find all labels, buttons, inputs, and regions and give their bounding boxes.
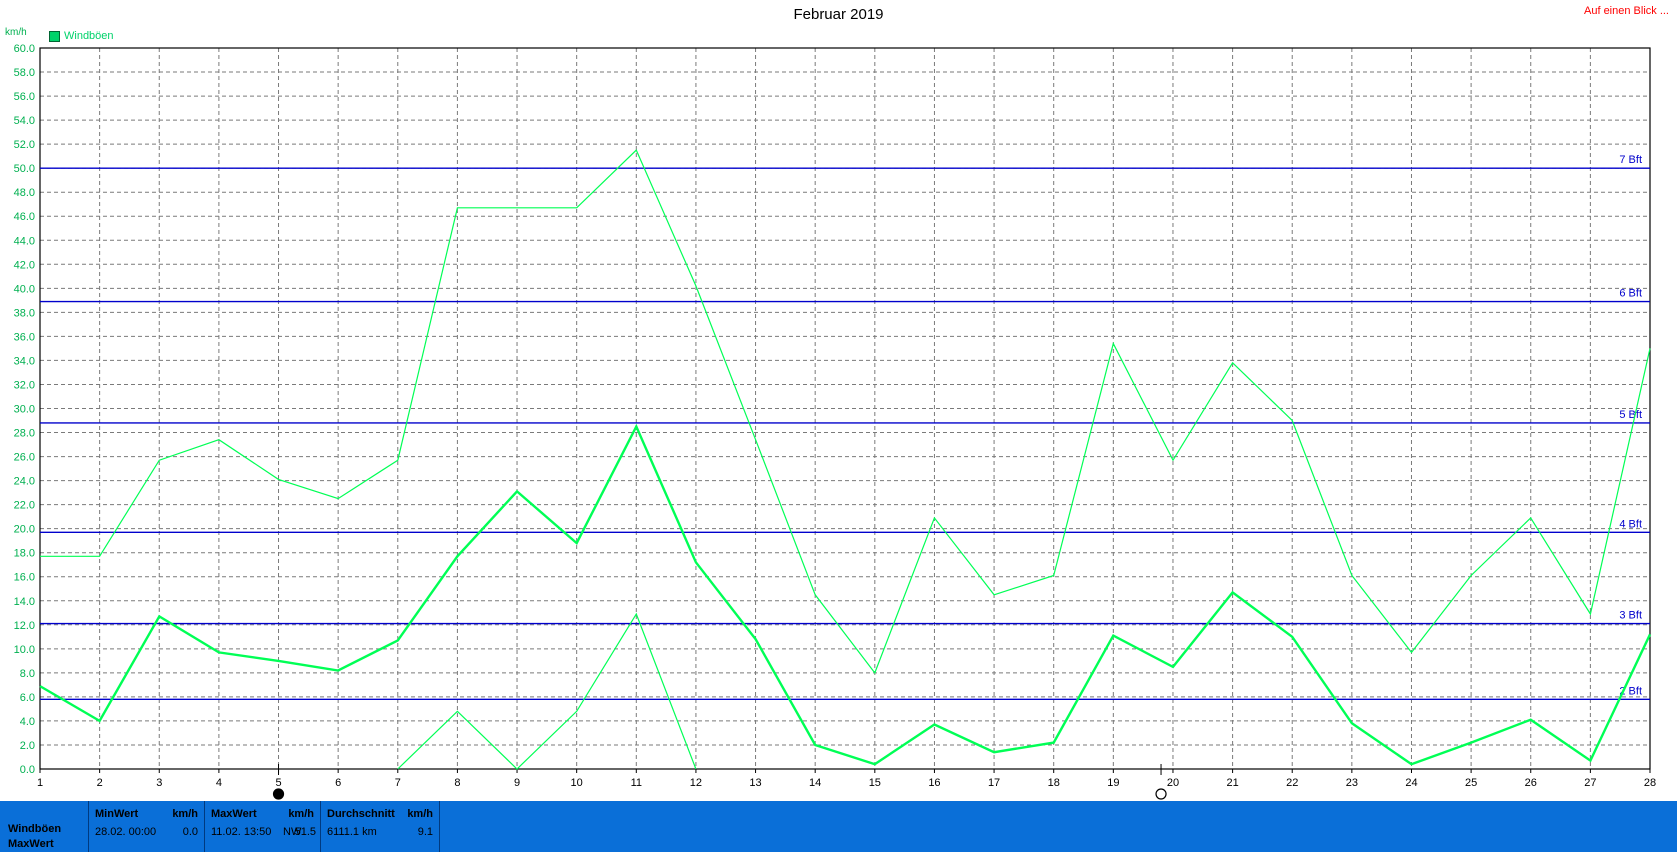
x-tick-label: 4 bbox=[216, 777, 222, 789]
x-tick-label: 5 bbox=[275, 777, 281, 789]
avg-distance: 6111.1 km bbox=[327, 826, 377, 838]
x-tick-label: 14 bbox=[809, 777, 821, 789]
max-date: 11.02. 13:50 bbox=[211, 826, 272, 838]
x-tick-label: 1 bbox=[37, 777, 43, 789]
chart-canvas: 0.0 2.0 4.0 6.0 8.0 10.0 12.0 14.0 16.0 18.0 20.0 2… bbox=[14, 43, 1656, 800]
min-unit: km/h bbox=[172, 808, 198, 820]
x-tick-label: 7 bbox=[395, 777, 401, 789]
min-value: 0.0 bbox=[182, 826, 198, 838]
series-line-max bbox=[40, 149, 1651, 675]
x-tick-label: 24 bbox=[1405, 777, 1417, 789]
y-tick-label: 32.0 bbox=[14, 379, 35, 391]
y-tick-label: 10.0 bbox=[14, 644, 35, 656]
footer-row-label-1: Windböen bbox=[8, 823, 62, 835]
bft-reference-label: 5 Bft bbox=[1619, 409, 1642, 421]
x-tick-label: 20 bbox=[1167, 777, 1179, 789]
y-tick-label: 46.0 bbox=[14, 211, 35, 223]
x-tick-label: 18 bbox=[1048, 777, 1060, 789]
x-tick-label: 16 bbox=[928, 777, 940, 789]
series-line-min bbox=[397, 612, 697, 770]
avg-header: Durchschnitt bbox=[327, 808, 395, 820]
x-tick-label: 11 bbox=[631, 777, 642, 789]
y-tick-label: 24.0 bbox=[14, 476, 35, 488]
y-tick-label: 8.0 bbox=[20, 668, 35, 680]
y-tick-label: 20.0 bbox=[14, 524, 35, 536]
y-tick-label: 0.0 bbox=[20, 764, 35, 776]
y-tick-label: 58.0 bbox=[14, 67, 35, 79]
y-tick-label: 12.0 bbox=[14, 620, 35, 632]
bft-reference-label: 4 Bft bbox=[1619, 518, 1642, 530]
x-tick-label: 17 bbox=[988, 777, 1000, 789]
bft-reference-label: 6 Bft bbox=[1619, 288, 1642, 300]
x-tick-label: 15 bbox=[869, 777, 881, 789]
max-unit: km/h bbox=[288, 808, 314, 820]
y-tick-label: 40.0 bbox=[14, 283, 35, 295]
y-tick-label: 44.0 bbox=[14, 235, 35, 247]
y-tick-label: 6.0 bbox=[20, 692, 35, 704]
y-tick-label: 34.0 bbox=[14, 355, 35, 367]
y-tick-label: 26.0 bbox=[14, 452, 35, 464]
y-tick-label: 2.0 bbox=[20, 740, 35, 752]
new-moon-icon bbox=[272, 788, 285, 800]
bft-reference-label: 7 Bft bbox=[1619, 154, 1642, 166]
y-tick-label: 14.0 bbox=[14, 596, 35, 608]
y-tick-label: 16.0 bbox=[14, 572, 35, 584]
y-tick-label: 52.0 bbox=[14, 139, 35, 151]
x-tick-label: 25 bbox=[1465, 777, 1477, 789]
y-tick-label: 38.0 bbox=[14, 307, 35, 319]
x-tick-label: 22 bbox=[1286, 777, 1298, 789]
x-tick-label: 26 bbox=[1525, 777, 1537, 789]
x-tick-label: 3 bbox=[156, 777, 162, 789]
x-tick-label: 10 bbox=[571, 777, 583, 789]
min-date: 28.02. 00:00 bbox=[95, 826, 157, 838]
y-tick-label: 60.0 bbox=[14, 43, 35, 55]
y-tick-label: 54.0 bbox=[14, 115, 35, 127]
footer-row-labels: Windböen MaxWert bbox=[0, 801, 89, 852]
full-moon-icon bbox=[1155, 788, 1167, 800]
min-header: MinWert bbox=[95, 808, 139, 820]
bft-reference-label: 3 Bft bbox=[1619, 610, 1642, 622]
x-tick-label: 23 bbox=[1346, 777, 1358, 789]
footer-avg-cell: Durchschnitt km/h 6111.1 km 9.1 bbox=[321, 801, 440, 852]
y-tick-label: 56.0 bbox=[14, 91, 35, 103]
x-tick-label: 19 bbox=[1107, 777, 1119, 789]
avg-unit: km/h bbox=[407, 808, 433, 820]
x-tick-label: 6 bbox=[335, 777, 341, 789]
series-line-mean bbox=[39, 423, 1652, 766]
y-tick-label: 4.0 bbox=[20, 716, 35, 728]
x-tick-label: 2 bbox=[97, 777, 103, 789]
y-tick-label: 50.0 bbox=[14, 163, 35, 175]
max-value: 51.5 bbox=[294, 826, 316, 838]
max-header: MaxWert bbox=[211, 808, 257, 820]
x-tick-label: 12 bbox=[690, 777, 702, 789]
x-tick-label: 8 bbox=[454, 777, 460, 789]
x-tick-label: 21 bbox=[1226, 777, 1238, 789]
y-tick-label: 22.0 bbox=[14, 500, 35, 512]
x-tick-label: 13 bbox=[749, 777, 761, 789]
footer-max-cell: MaxWert km/h 11.02. 13:50 NW 51.5 bbox=[205, 801, 321, 852]
y-tick-label: 42.0 bbox=[14, 259, 35, 271]
x-tick-label: 28 bbox=[1644, 777, 1656, 789]
y-tick-label: 48.0 bbox=[14, 187, 35, 199]
y-tick-label: 18.0 bbox=[14, 548, 35, 560]
y-tick-label: 28.0 bbox=[14, 428, 35, 440]
stats-footer: Windböen MaxWert MinWert km/h 28.02. 00:… bbox=[0, 801, 1677, 852]
footer-min-cell: MinWert km/h 28.02. 00:00 0.0 bbox=[89, 801, 205, 852]
x-tick-label: 9 bbox=[514, 777, 520, 789]
y-tick-label: 30.0 bbox=[14, 404, 35, 416]
footer-row-label-2: MaxWert bbox=[8, 838, 54, 850]
avg-value: 9.1 bbox=[417, 826, 433, 838]
x-tick-label: 27 bbox=[1584, 777, 1596, 789]
y-tick-label: 36.0 bbox=[14, 331, 35, 343]
